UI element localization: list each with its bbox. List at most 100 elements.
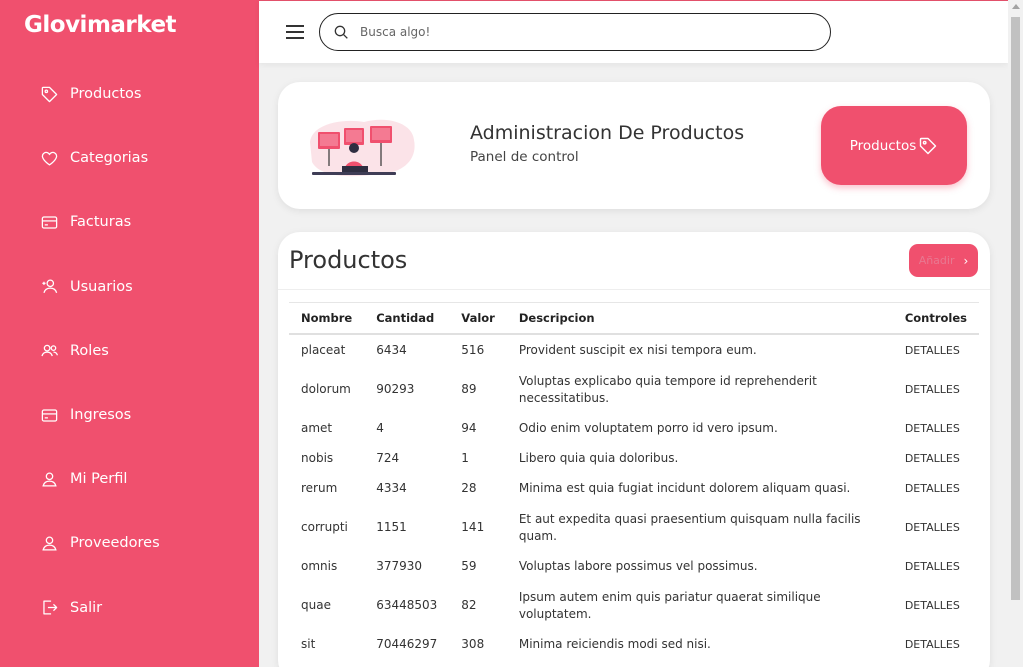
cell-cantidad: 1151 <box>376 520 407 534</box>
sidebar-item-categorias[interactable]: Categorias <box>0 126 259 190</box>
scroll-thumb[interactable] <box>1011 17 1020 600</box>
table-row: placeat 6434 516 Provident suscipit ex n… <box>289 334 979 366</box>
cell-descripcion: Ipsum autem enim quis pariatur quaerat s… <box>518 589 821 621</box>
products-table: Nombre Cantidad Valor Descripcion Contro… <box>289 302 979 660</box>
sidebar-item-label: Mi Perfil <box>70 471 128 488</box>
page-scrollbar[interactable] <box>1008 0 1023 667</box>
details-link[interactable]: DETALLES <box>893 334 979 366</box>
details-link[interactable]: DETALLES <box>893 552 979 582</box>
sidebar-item-proveedores[interactable]: Proveedores <box>0 511 259 575</box>
cell-nombre: nobis <box>301 451 334 465</box>
page-title: Administracion De Productos <box>470 122 745 144</box>
details-link[interactable]: DETALLES <box>893 444 979 474</box>
cell-descripcion: Odio enim voluptatem porro id vero ipsum… <box>518 421 778 435</box>
chevron-right-icon: › <box>963 253 969 268</box>
cell-descripcion: Voluptas labore possimus vel possimus. <box>518 559 758 573</box>
cell-cantidad: 6434 <box>376 342 407 357</box>
sidebar-nav: Productos Categorias Facturas Usuarios R… <box>0 62 259 640</box>
cell-descripcion: Minima est quia fugiat incidunt dolorem … <box>518 481 851 495</box>
cell-valor: 94 <box>461 421 477 435</box>
cell-cantidad: 724 <box>376 451 400 465</box>
sidebar-item-label: Productos <box>70 86 142 103</box>
search-box <box>319 13 831 51</box>
sidebar-item-label: Facturas <box>70 214 132 231</box>
sidebar-item-ingresos[interactable]: Ingresos <box>0 383 259 447</box>
table-row: corrupti 1151 141 Et aut expedita quasi … <box>289 504 979 552</box>
table-row: amet 4 94 Odio enim voluptatem porro id … <box>289 414 979 444</box>
scroll-up-arrow[interactable] <box>1012 4 1020 9</box>
column-header[interactable]: Descripcion <box>507 303 893 334</box>
table-row: rerum 4334 28 Minima est quia fugiat inc… <box>289 474 979 504</box>
sidebar-item-facturas[interactable]: Facturas <box>0 190 259 254</box>
sidebar-item-salir[interactable]: Salir <box>0 576 259 640</box>
cell-valor: 141 <box>461 520 485 534</box>
cell-nombre: placeat <box>301 342 346 357</box>
details-link[interactable]: DETALLES <box>893 582 979 630</box>
products-title: Productos <box>289 246 408 274</box>
cell-nombre: omnis <box>301 559 338 573</box>
sidebar-item-label: Usuarios <box>70 278 133 295</box>
tag-icon <box>41 86 58 102</box>
user-icon <box>42 536 57 551</box>
column-header[interactable]: Controles <box>893 303 979 334</box>
search-icon <box>334 25 348 39</box>
credit-card-icon <box>41 408 58 422</box>
cell-descripcion: Provident suscipit ex nisi tempora eum. <box>518 342 757 357</box>
table-row: sit 70446297 308 Minima reiciendis modi … <box>289 630 979 660</box>
details-link[interactable]: DETALLES <box>893 504 979 552</box>
table-row: nobis 724 1 Libero quia quia doloribus. … <box>289 444 979 474</box>
top-bar <box>259 0 1008 63</box>
cell-descripcion: Voluptas explicabo quia tempore id repre… <box>518 373 817 405</box>
cell-nombre: quae <box>301 598 331 612</box>
details-link[interactable]: DETALLES <box>893 366 979 414</box>
admin-header-card: Administracion De Productos Panel de con… <box>278 82 990 209</box>
page-subtitle: Panel de control <box>470 149 579 165</box>
sidebar-item-label: Ingresos <box>70 407 132 424</box>
productos-button[interactable]: Productos <box>821 106 967 185</box>
sidebar-item-label: Roles <box>70 342 109 359</box>
details-link[interactable]: DETALLES <box>893 414 979 444</box>
sidebar-item-label: Proveedores <box>70 535 160 552</box>
cell-valor: 82 <box>461 598 477 612</box>
cell-cantidad: 4 <box>376 421 384 435</box>
menu-toggle-icon[interactable] <box>286 25 304 39</box>
cell-nombre: rerum <box>301 481 338 495</box>
add-button-label: Añadir <box>918 254 955 267</box>
user-icon <box>42 472 57 487</box>
details-link[interactable]: DETALLES <box>893 474 979 504</box>
sidebar-item-label: Categorias <box>70 150 149 167</box>
sidebar-item-roles[interactable]: Roles <box>0 319 259 383</box>
products-card: Productos Añadir › Nombre Cantidad Valor… <box>278 232 990 667</box>
productos-button-label: Productos <box>849 137 917 154</box>
cell-descripcion: Minima reiciendis modi sed nisi. <box>518 637 711 651</box>
sidebar: Glovimarket Productos Categorias Factura… <box>0 0 259 667</box>
cell-nombre: amet <box>301 421 333 435</box>
credit-card-icon <box>41 216 58 229</box>
heart-icon <box>41 151 58 166</box>
cell-valor: 1 <box>461 451 469 465</box>
tag-icon <box>920 137 937 154</box>
table-header-row: Nombre Cantidad Valor Descripcion Contro… <box>289 302 979 334</box>
cell-descripcion: Et aut expedita quasi praesentium quisqu… <box>518 511 861 543</box>
add-product-button[interactable]: Añadir › <box>909 244 978 277</box>
cell-cantidad: 4334 <box>376 481 407 495</box>
user-plus-icon <box>42 279 58 294</box>
admin-illustration <box>310 119 415 177</box>
column-header[interactable]: Valor <box>449 303 507 334</box>
sign-out-icon <box>43 600 58 615</box>
brand-logo[interactable]: Glovimarket <box>24 12 177 38</box>
search-input[interactable] <box>360 22 810 42</box>
sidebar-item-label: Salir <box>70 599 103 616</box>
column-header[interactable]: Cantidad <box>364 303 449 334</box>
table-row: dolorum 90293 89 Voluptas explicabo quia… <box>289 366 979 414</box>
sidebar-item-productos[interactable]: Productos <box>0 62 259 126</box>
details-link[interactable]: DETALLES <box>893 630 979 660</box>
cell-nombre: corrupti <box>301 520 348 534</box>
sidebar-item-mi-perfil[interactable]: Mi Perfil <box>0 447 259 511</box>
cell-valor: 516 <box>461 342 485 357</box>
cell-cantidad: 63448503 <box>376 598 438 612</box>
sidebar-item-usuarios[interactable]: Usuarios <box>0 255 259 319</box>
cell-valor: 59 <box>461 559 477 573</box>
column-header[interactable]: Nombre <box>289 303 364 334</box>
cell-cantidad: 90293 <box>376 382 415 396</box>
